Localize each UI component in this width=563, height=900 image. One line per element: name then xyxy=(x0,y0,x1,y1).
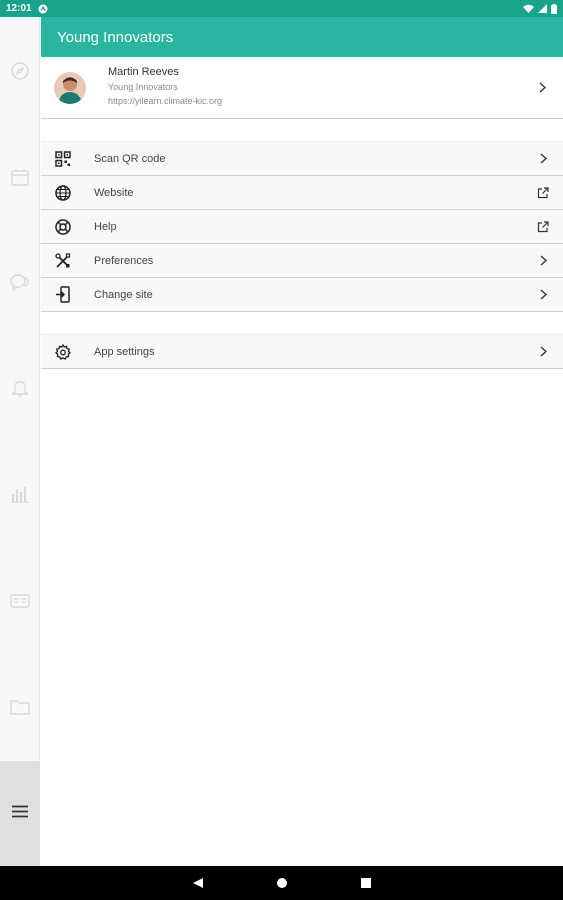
tools-icon xyxy=(54,252,72,270)
status-bar: 12:01 xyxy=(0,0,563,17)
more-menu-panel: Martin Reeves Young Innovators https://y… xyxy=(41,57,563,866)
hamburger-menu-icon xyxy=(12,805,28,823)
profile-info: Martin Reeves Young Innovators https://y… xyxy=(108,66,222,110)
menu-group-settings: App settings xyxy=(41,334,563,369)
menu-item-label: Scan QR code xyxy=(94,152,166,165)
menu-item-label: Preferences xyxy=(94,254,154,267)
system-nav-bar xyxy=(0,866,563,900)
page-title: Young Innovators xyxy=(57,28,174,46)
signal-icon xyxy=(538,4,547,13)
menu-group-main: Scan QR code Website Help Preferences Ch… xyxy=(41,141,563,312)
chat-icon[interactable] xyxy=(10,272,30,292)
chevron-right-icon xyxy=(537,346,549,358)
notification-app-icon xyxy=(38,4,48,14)
avatar xyxy=(54,72,86,104)
app-screen: 12:01 Young Innovators Martin Reeves You… xyxy=(0,0,563,900)
compass-icon[interactable] xyxy=(10,61,30,81)
wifi-icon xyxy=(523,4,534,13)
gear-icon xyxy=(54,343,72,361)
globe-icon xyxy=(54,184,72,202)
lifebuoy-icon xyxy=(54,218,72,236)
side-nav-rail xyxy=(0,17,40,866)
change-site-icon xyxy=(54,286,72,304)
home-button-icon[interactable] xyxy=(275,876,289,890)
hamburger-menu-button[interactable] xyxy=(0,761,40,866)
chevron-right-icon xyxy=(537,153,549,165)
back-button-icon[interactable] xyxy=(191,876,205,890)
user-name: Martin Reeves xyxy=(108,66,179,78)
bell-icon[interactable] xyxy=(10,378,30,398)
folder-icon[interactable] xyxy=(10,697,30,717)
status-time: 12:01 xyxy=(6,3,32,14)
bar-chart-icon[interactable] xyxy=(10,484,30,504)
site-url: https://yilearn.climate-kic.org xyxy=(108,96,223,106)
external-link-icon xyxy=(537,186,549,199)
calendar-icon[interactable] xyxy=(10,167,30,187)
menu-item-scan-qr-code[interactable]: Scan QR code xyxy=(41,142,563,176)
qr-code-icon xyxy=(54,150,72,168)
menu-item-change-site[interactable]: Change site xyxy=(41,278,563,312)
menu-item-website[interactable]: Website xyxy=(41,176,563,210)
menu-item-help[interactable]: Help xyxy=(41,210,563,244)
site-name: Young Innovators xyxy=(108,82,178,92)
menu-item-label: Website xyxy=(94,186,134,199)
recents-button-icon[interactable] xyxy=(359,876,373,890)
menu-item-label: Change site xyxy=(94,288,153,301)
chevron-right-icon xyxy=(537,255,549,267)
app-header: Young Innovators xyxy=(41,17,563,57)
menu-item-app-settings[interactable]: App settings xyxy=(41,335,563,369)
menu-item-preferences[interactable]: Preferences xyxy=(41,244,563,278)
battery-icon xyxy=(551,3,557,14)
user-profile-row[interactable]: Martin Reeves Young Innovators https://y… xyxy=(41,57,563,119)
external-link-icon xyxy=(537,220,549,233)
menu-item-label: Help xyxy=(94,220,117,233)
id-card-icon[interactable] xyxy=(10,591,30,611)
chevron-right-icon xyxy=(537,289,549,301)
status-right-icons xyxy=(523,3,557,14)
menu-item-label: App settings xyxy=(94,345,155,358)
chevron-right-icon xyxy=(537,82,547,94)
